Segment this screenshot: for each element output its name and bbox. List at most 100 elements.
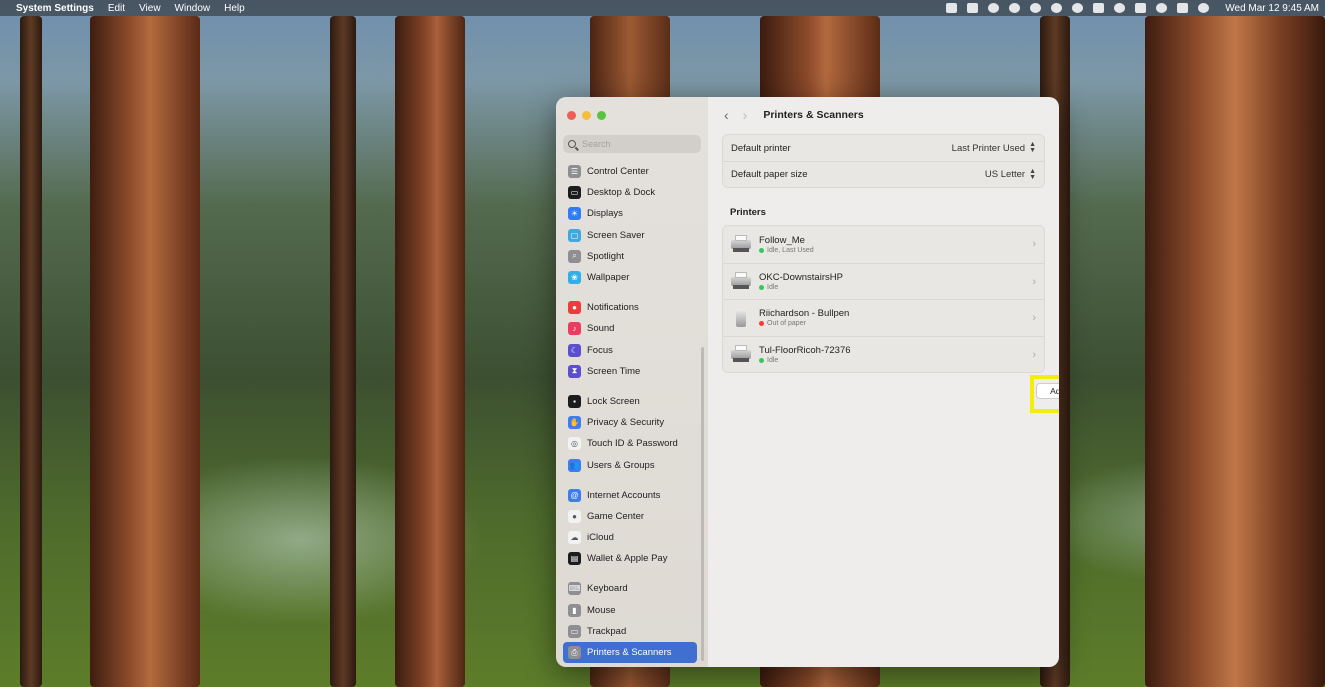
sidebar-item-label: Notifications — [587, 302, 639, 314]
sidebar-item-desktop-dock[interactable]: ▭ Desktop & Dock — [556, 182, 704, 203]
outlook-icon[interactable] — [946, 3, 958, 13]
wifi-icon[interactable] — [1114, 3, 1126, 13]
printer-info: Riichardson - Bullpen Out of paper — [759, 308, 849, 327]
sidebar-item-screen-saver[interactable]: ▢ Screen Saver — [556, 225, 704, 246]
status-dot-icon — [759, 321, 764, 327]
sidebar-scrollbar[interactable] — [701, 347, 704, 661]
sidebar-item-internet-accounts[interactable]: @ Internet Accounts — [556, 485, 704, 506]
sidebar-item-sound[interactable]: ♪ Sound — [556, 318, 704, 339]
sidebar-item-privacy-security[interactable]: ✋ Privacy & Security — [556, 412, 704, 433]
printer-icon — [731, 272, 751, 290]
printer-name: OKC-DownstairsHP — [759, 271, 843, 283]
sidebar-item-label: Screen Saver — [587, 229, 645, 241]
printers-section-title: Printers — [730, 207, 766, 218]
creative-cloud-icon[interactable] — [1009, 3, 1021, 13]
wallpaper-icon: ❀ — [568, 271, 581, 285]
play-icon[interactable] — [1072, 3, 1084, 13]
fingerprint-icon: ◎ — [568, 437, 581, 451]
default-printer-select[interactable]: Last Printer Used ▲ ▼ — [951, 141, 1036, 154]
sidebar-item-label: Users & Groups — [587, 459, 655, 471]
default-printer-value: Last Printer Used — [951, 142, 1026, 154]
sidebar-item-label: Keyboard — [587, 583, 628, 595]
back-chevron-icon[interactable]: ‹ — [724, 107, 729, 123]
minimize-button[interactable] — [582, 111, 591, 120]
chevron-right-icon: › — [1032, 312, 1036, 324]
cloud-icon[interactable] — [1051, 3, 1063, 13]
control-center-menu-icon[interactable] — [1177, 3, 1189, 13]
printer-row[interactable]: Riichardson - Bullpen Out of paper › — [723, 299, 1044, 336]
search-input[interactable]: Search — [563, 135, 701, 153]
siri-icon[interactable] — [1198, 3, 1210, 13]
background-tree — [1145, 16, 1325, 687]
sidebar-item-printers-scanners[interactable]: ⎙ Printers & Scanners — [563, 641, 697, 664]
sidebar-item-wallet-apple-pay[interactable]: ▤ Wallet & Apple Pay — [556, 548, 704, 569]
excel-icon[interactable] — [967, 3, 979, 13]
sidebar-item-spotlight[interactable]: ⌕ Spotlight — [556, 246, 704, 267]
chevron-right-icon: › — [1032, 238, 1036, 250]
app-status-icon[interactable] — [988, 3, 1000, 13]
default-printer-label: Default printer — [731, 142, 791, 154]
sidebar-item-trackpad[interactable]: ▭ Trackpad — [556, 621, 704, 642]
sidebar-item-label: Touch ID & Password — [587, 438, 678, 450]
add-printer-button[interactable]: Add Printer, Scanner, or Fax... — [1036, 383, 1059, 399]
icloud-icon: ☁ — [568, 531, 581, 545]
menu-bar: System Settings Edit View Window Help We… — [0, 0, 1325, 16]
menu-help[interactable]: Help — [224, 3, 245, 14]
updown-chevron-icon: ▲ ▼ — [1029, 167, 1036, 181]
forward-chevron-icon[interactable]: › — [743, 107, 748, 123]
background-tree — [395, 16, 465, 687]
battery-icon[interactable] — [1135, 3, 1147, 13]
zoom-button[interactable] — [597, 111, 606, 120]
sidebar-item-displays[interactable]: ☀ Displays — [556, 203, 704, 224]
sidebar-item-label: Game Center — [587, 510, 645, 522]
sidebar-item-label: Focus — [587, 344, 613, 356]
menu-clock[interactable]: Wed Mar 12 9:45 AM — [1225, 3, 1319, 14]
printer-info: Follow_Me Idle, Last Used — [759, 235, 814, 254]
menu-window[interactable]: Window — [175, 3, 211, 14]
sidebar-item-label: Printers & Scanners — [587, 647, 672, 659]
menu-app-name[interactable]: System Settings — [16, 3, 94, 14]
status-dot-icon — [759, 357, 764, 363]
default-paper-select[interactable]: US Letter ▲ ▼ — [984, 167, 1036, 181]
notifications-icon: ● — [568, 301, 581, 315]
sidebar-item-mouse[interactable]: ▮ Mouse — [556, 600, 704, 621]
menu-view[interactable]: View — [139, 3, 161, 14]
sidebar-item-notifications[interactable]: ● Notifications — [556, 297, 704, 318]
default-paper-value: US Letter — [984, 169, 1026, 180]
sync-icon[interactable] — [1030, 3, 1042, 13]
printer-row[interactable]: OKC-DownstairsHP Idle › — [723, 262, 1044, 300]
menu-edit[interactable]: Edit — [108, 3, 125, 14]
sidebar-item-focus[interactable]: ☾ Focus — [556, 340, 704, 361]
system-settings-window: Search ☰ Control Center ▭ Desktop & Dock ☀ Di… — [556, 97, 1059, 667]
sidebar-item-game-center[interactable]: ● Game Center — [556, 506, 704, 527]
close-button[interactable] — [567, 111, 576, 120]
game-center-icon: ● — [568, 509, 581, 523]
status-area: Wed Mar 12 9:45 AM — [946, 3, 1319, 14]
updown-chevron-icon: ▲ ▼ — [1029, 141, 1036, 154]
sidebar-item-control-center[interactable]: ☰ Control Center — [556, 161, 704, 182]
printer-row[interactable]: Tul-FloorRicoh-72376 Idle › — [723, 335, 1044, 373]
sidebar-item-screen-time[interactable]: ⧗ Screen Time — [556, 361, 704, 382]
printer-status: Idle — [759, 357, 851, 364]
sidebar-item-users-groups[interactable]: 👥 Users & Groups — [556, 454, 704, 475]
sidebar-item-touch-id-password[interactable]: ◎ Touch ID & Password — [556, 433, 704, 454]
spotlight-search-icon[interactable] — [1156, 3, 1168, 13]
sidebar-item-label: Wallet & Apple Pay — [587, 553, 668, 565]
printer-row[interactable]: Follow_Me Idle, Last Used › — [723, 226, 1044, 263]
printer-list: Follow_Me Idle, Last Used › OKC-DownstairsH… — [722, 225, 1045, 373]
control-icon[interactable] — [1093, 3, 1105, 13]
control-center-icon: ☰ — [568, 165, 581, 179]
sidebar-item-label: iCloud — [587, 532, 614, 544]
printer-name: Follow_Me — [759, 234, 805, 246]
sidebar-item-label: Spotlight — [587, 250, 624, 262]
sidebar-item-label: Mouse — [587, 604, 616, 616]
default-paper-row: Default paper size US Letter ▲ ▼ — [723, 161, 1044, 187]
sidebar-item-wallpaper[interactable]: ❀ Wallpaper — [556, 267, 704, 288]
printer-status-text: Idle — [767, 356, 779, 364]
sidebar-item-lock-screen[interactable]: ▪ Lock Screen — [556, 391, 704, 412]
mouse-icon: ▮ — [568, 603, 581, 617]
sidebar-item-keyboard[interactable]: ⌨ Keyboard — [556, 578, 704, 599]
sidebar-item-icloud[interactable]: ☁ iCloud — [556, 527, 704, 548]
